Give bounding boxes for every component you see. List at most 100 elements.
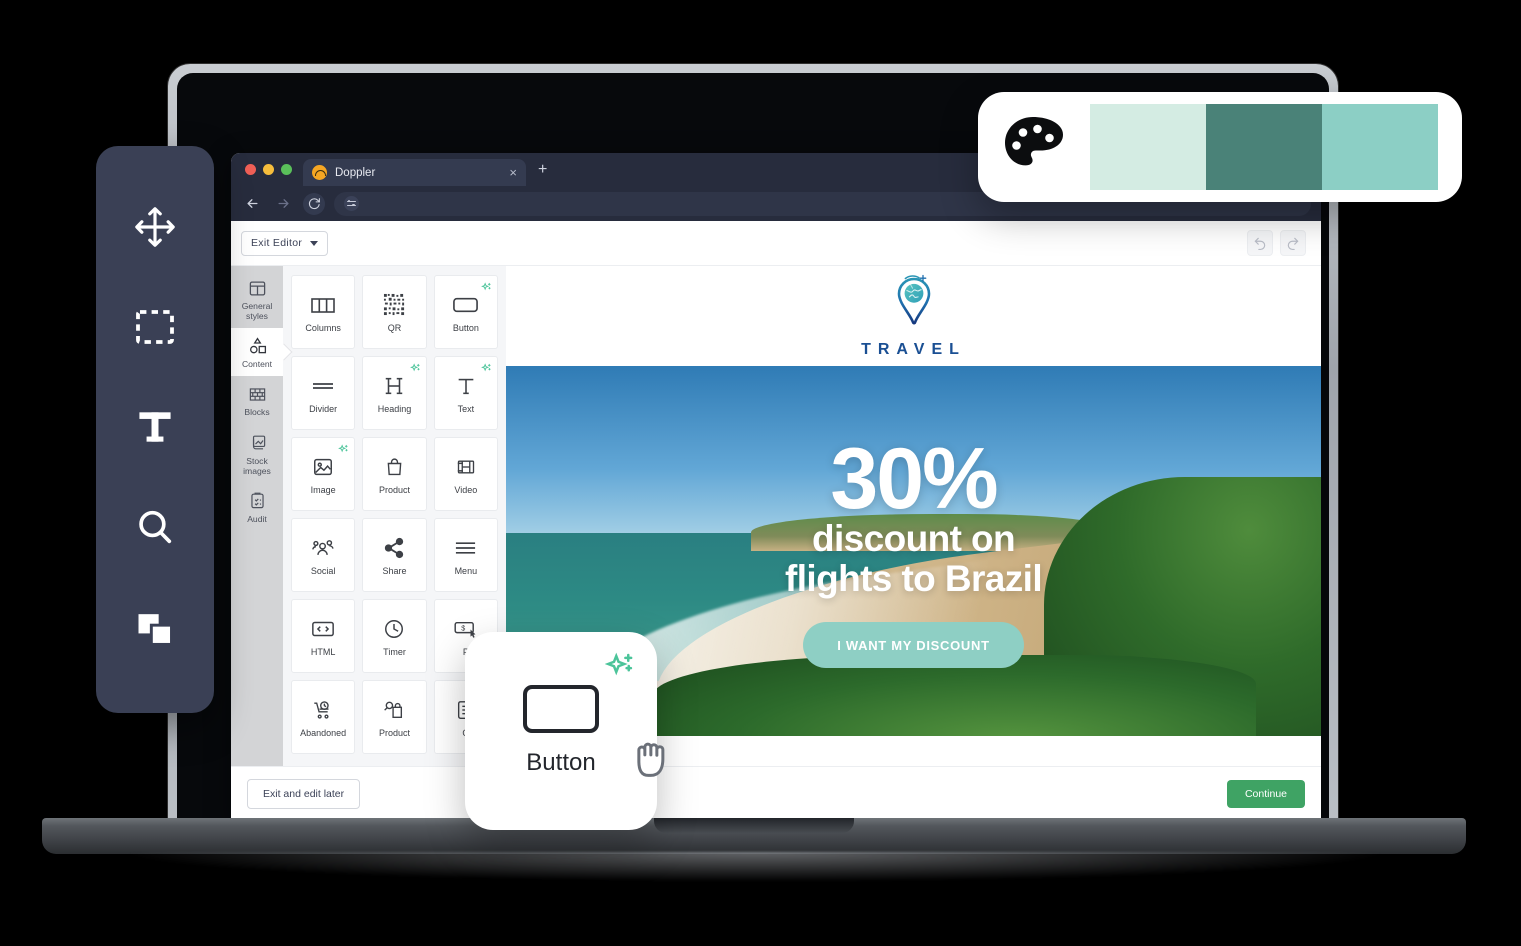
tile-divider[interactable]: Divider xyxy=(291,356,356,430)
arrow-right-icon[interactable] xyxy=(272,193,294,215)
sidebar-item-audit[interactable]: Audit xyxy=(231,483,283,531)
zoom-tool-button[interactable] xyxy=(127,501,183,557)
tile-label: Product xyxy=(378,727,410,738)
ai-sparkle-icon xyxy=(604,652,635,687)
laptop-mockup: Doppler × + Exit Editor General styles C… xyxy=(0,0,1521,946)
email-editor: Exit Editor General styles Content Block… xyxy=(231,221,1321,821)
tile-social[interactable]: Social xyxy=(291,518,356,592)
clipboard-check-icon xyxy=(233,490,281,512)
image-icon xyxy=(312,454,334,480)
palette-swatch[interactable] xyxy=(1206,104,1322,190)
close-window-button[interactable] xyxy=(245,164,256,175)
maximize-window-button[interactable] xyxy=(281,164,292,175)
tile-abandoned-cart[interactable]: Abandoned xyxy=(291,680,356,754)
editor-footer: Exit and edit later Continue xyxy=(231,766,1321,821)
clock-icon xyxy=(383,616,405,642)
move-tool-button[interactable] xyxy=(127,202,183,258)
tune-sliders-icon[interactable] xyxy=(344,196,359,211)
duplicate-squares-icon xyxy=(133,605,177,654)
film-icon xyxy=(455,454,477,480)
image-stack-icon xyxy=(233,432,281,454)
svg-text:$: $ xyxy=(461,623,465,632)
tile-columns[interactable]: Columns xyxy=(291,275,356,349)
social-group-icon xyxy=(311,535,335,561)
tile-qr[interactable]: QR xyxy=(362,275,427,349)
code-brackets-icon xyxy=(311,616,335,642)
sidebar-item-stock-images[interactable]: Stock images xyxy=(231,425,283,483)
editor-body: General styles Content Blocks Stock imag… xyxy=(231,266,1321,766)
continue-button[interactable]: Continue xyxy=(1226,780,1305,808)
window-controls[interactable] xyxy=(231,164,303,186)
sidebar-item-general-styles[interactable]: General styles xyxy=(231,270,283,328)
button-icon xyxy=(452,292,479,318)
tile-label: Heading xyxy=(377,403,412,414)
tile-label: Abandoned xyxy=(300,727,347,738)
tile-video[interactable]: Video xyxy=(433,437,498,511)
tile-label: Social xyxy=(310,565,336,576)
dashed-selection-icon xyxy=(131,303,179,356)
arrow-left-icon[interactable] xyxy=(241,193,263,215)
tile-product[interactable]: Product xyxy=(362,437,427,511)
duplicate-tool-button[interactable] xyxy=(127,601,183,657)
laptop-base xyxy=(42,818,1466,854)
undo-button[interactable] xyxy=(1247,230,1273,256)
exit-editor-button[interactable]: Exit Editor xyxy=(241,230,329,256)
shopping-bag-icon xyxy=(384,454,405,480)
redo-button[interactable] xyxy=(1280,230,1306,256)
new-tab-icon[interactable]: + xyxy=(538,161,547,179)
palette-swatches xyxy=(1090,104,1438,190)
email-logo-block[interactable]: TRAVEL xyxy=(506,266,1321,366)
sidebar-item-label: Blocks xyxy=(244,407,270,418)
exit-and-edit-later-button[interactable]: Exit and edit later xyxy=(247,779,361,809)
minimize-window-button[interactable] xyxy=(263,164,274,175)
tile-html[interactable]: HTML xyxy=(291,599,356,673)
tile-timer[interactable]: Timer xyxy=(362,599,427,673)
product-tag-icon xyxy=(383,697,405,723)
dragged-button-card[interactable]: Button xyxy=(465,632,665,830)
sidebar-item-blocks[interactable]: Blocks xyxy=(231,376,283,424)
heading-h-icon xyxy=(383,373,405,399)
exit-editor-label: Exit Editor xyxy=(251,237,303,249)
tile-share[interactable]: Share xyxy=(362,518,427,592)
tile-label: Menu xyxy=(454,565,478,576)
tile-label: QR xyxy=(387,322,402,333)
tile-image[interactable]: Image xyxy=(291,437,356,511)
chevron-down-icon xyxy=(310,240,319,246)
hero-cta-button[interactable]: I WANT MY DISCOUNT xyxy=(803,622,1024,668)
sidebar-item-content[interactable]: Content xyxy=(231,328,283,377)
editor-toolbar: Exit Editor xyxy=(231,221,1321,266)
palette-swatch[interactable] xyxy=(1090,104,1206,190)
tile-label: Product xyxy=(378,484,410,495)
doppler-favicon xyxy=(312,165,327,180)
text-tool-button[interactable] xyxy=(127,401,183,457)
text-tool-icon xyxy=(133,405,177,454)
tile-label: Text xyxy=(457,403,475,414)
history-controls xyxy=(1247,230,1306,256)
select-area-tool-button[interactable] xyxy=(127,302,183,358)
laptop-shadow xyxy=(120,852,1390,882)
color-palette-card[interactable] xyxy=(978,92,1462,202)
tile-label: Share xyxy=(382,565,407,576)
tile-label: Video xyxy=(454,484,478,495)
travel-pin-globe-icon xyxy=(886,273,942,338)
laptop-base-lip xyxy=(654,818,854,833)
tile-button[interactable]: Button xyxy=(433,275,498,349)
tile-product-tag[interactable]: Product xyxy=(362,680,427,754)
tile-label: Divider xyxy=(309,403,338,414)
close-icon[interactable]: × xyxy=(509,166,517,179)
tile-menu[interactable]: Menu xyxy=(433,518,498,592)
hero-line-2: flights to Brazil xyxy=(784,558,1043,600)
browser-tab-doppler[interactable]: Doppler × xyxy=(303,159,526,186)
tab-title: Doppler xyxy=(335,166,376,179)
tile-heading[interactable]: Heading xyxy=(362,356,427,430)
ai-sparkle-icon xyxy=(481,280,492,298)
tile-label: Button xyxy=(452,322,479,333)
hero-percent: 30% xyxy=(830,430,998,527)
reload-icon[interactable] xyxy=(303,192,325,215)
qr-code-icon xyxy=(383,292,406,318)
dragged-card-label: Button xyxy=(526,749,596,776)
palette-swatch[interactable] xyxy=(1322,104,1438,190)
ai-sparkle-icon xyxy=(481,361,492,379)
tile-text[interactable]: Text xyxy=(433,356,498,430)
browser-window: Doppler × + Exit Editor General styles C… xyxy=(231,153,1321,821)
